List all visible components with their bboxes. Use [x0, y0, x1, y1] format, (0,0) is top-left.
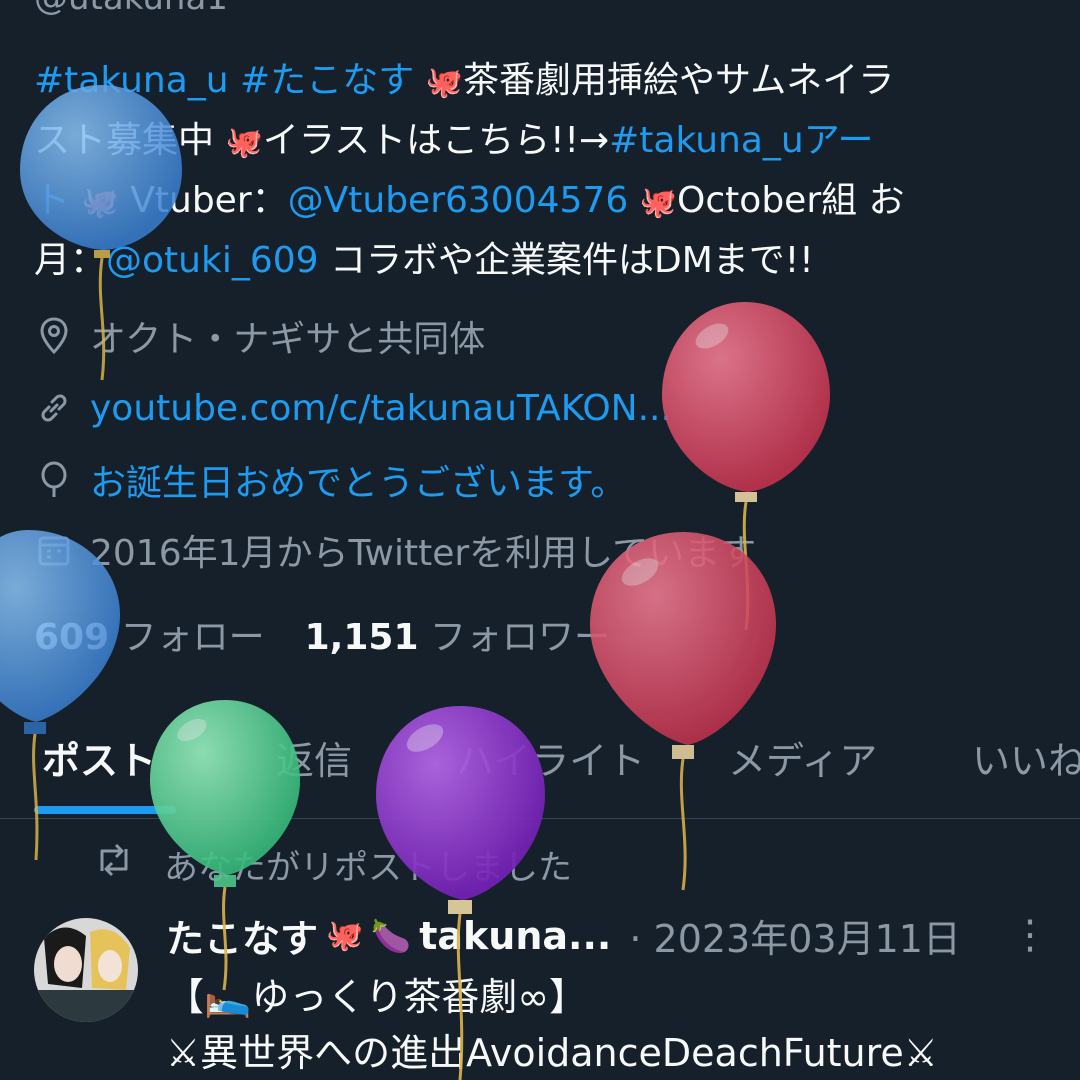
bio-line-1: #takuna_u #たこなす 🐙茶番劇用挿絵やサムネイラ — [34, 52, 1044, 112]
location-pin-icon — [34, 316, 74, 356]
repost-indicator: あなたがリポストしました — [94, 840, 572, 889]
hashtag-link[interactable]: ト — [34, 180, 70, 221]
bio-text: イラストはこちら!!→ — [262, 120, 610, 161]
octopus-icon: 🐙 — [326, 918, 364, 953]
balloon-red-center — [590, 532, 776, 891]
bio-text: コラボや企業案件はDMまで!! — [318, 240, 814, 281]
birthday-text: お誕生日おめでとうございます。 — [90, 463, 627, 504]
tab-replies[interactable]: 返信 — [276, 730, 352, 785]
post-text-line: 【🛌ゆっくり茶番劇∞】 — [166, 975, 587, 1019]
balloon-icon — [34, 460, 74, 500]
hashtag-link[interactable]: #takuna_u — [34, 60, 229, 101]
post-text-line: ⚔異世界への進出AvoidanceDeachFuture⚔ — [166, 1031, 938, 1075]
tab-posts[interactable]: ポスト — [42, 730, 156, 785]
followers-count: 1,151 — [304, 617, 419, 658]
more-options-icon[interactable]: ⋮ — [1010, 912, 1050, 958]
octopus-icon: 🐙 — [81, 185, 119, 220]
repost-text: あなたがリポストしました — [164, 848, 572, 888]
balloon-red-right — [662, 302, 830, 631]
bio-text: スト募集中 — [34, 120, 226, 161]
link-icon — [34, 388, 74, 428]
mention-link[interactable]: @otuki_609 — [106, 240, 319, 281]
hashtag-link[interactable]: #たこなす — [240, 60, 414, 101]
profile-location: オクト・ナギサと共同体 — [34, 306, 485, 366]
repost-icon — [94, 843, 134, 886]
profile-website[interactable]: youtube.com/c/takunauTAKON... — [34, 378, 672, 438]
bio-line-4: 月：@otuki_609 コラボや企業案件はDMまで!! — [34, 232, 1044, 290]
bio-text: October組 お — [677, 180, 905, 221]
avatar[interactable] — [34, 918, 138, 1022]
bio-text: 月： — [34, 240, 107, 281]
bio-text: 茶番劇用挿絵やサムネイラ — [463, 60, 895, 101]
bio-line-2: スト募集中 🐙イラストはこちら!!→#takuna_uアー — [34, 112, 1044, 172]
tab-likes[interactable]: いいね — [972, 730, 1080, 785]
website-link[interactable]: youtube.com/c/takunauTAKON... — [90, 388, 672, 429]
profile-handle: @utakuna1 — [34, 0, 228, 18]
eggplant-icon: 🍆 — [371, 916, 412, 955]
location-text: オクト・ナギサと共同体 — [90, 319, 486, 360]
bio-line-3: ト 🐙 Vtuber：@Vtuber63004576 🐙October組 お — [34, 172, 1044, 232]
post-author-row: たこなす 🐙 🍆 takuna... · 2023年03月11日 — [166, 908, 961, 963]
calendar-icon — [34, 530, 74, 570]
profile-tabs: ポスト 返信 ハイライト メディア いいね — [0, 720, 1080, 818]
octopus-icon: 🐙 — [225, 125, 263, 160]
post-author-name[interactable]: たこなす — [166, 908, 318, 963]
bio-text: Vtuber： — [118, 180, 288, 221]
profile-bio: #takuna_u #たこなす 🐙茶番劇用挿絵やサムネイラ スト募集中 🐙イラス… — [34, 52, 1044, 290]
tab-media[interactable]: メディア — [728, 730, 877, 785]
octopus-icon: 🐙 — [639, 185, 678, 220]
active-tab-indicator — [34, 806, 176, 814]
followers-link[interactable]: 1,151 フォロワー — [305, 608, 610, 660]
tab-highlights[interactable]: ハイライト — [456, 730, 645, 785]
post-date[interactable]: · 2023年03月11日 — [629, 908, 961, 963]
divider — [0, 818, 1080, 819]
following-count: 609 — [34, 617, 110, 658]
profile-joined: 2016年1月からTwitterを利用しています — [34, 520, 756, 580]
followers-label: フォロワー — [429, 617, 610, 658]
mention-link[interactable]: @Vtuber63004576 — [288, 180, 629, 221]
post-author-suffix[interactable]: takuna... — [419, 914, 611, 958]
hashtag-link[interactable]: #takuna_uアー — [609, 120, 873, 161]
joined-text: 2016年1月からTwitterを利用しています — [90, 533, 757, 574]
profile-birthday: お誕生日おめでとうございます。 — [34, 450, 626, 510]
following-label: フォロー — [120, 617, 265, 658]
octopus-icon: 🐙 — [425, 65, 464, 100]
follow-stats: 609 フォロー 1,151 フォロワー — [34, 608, 610, 660]
following-link[interactable]: 609 フォロー — [34, 608, 265, 660]
